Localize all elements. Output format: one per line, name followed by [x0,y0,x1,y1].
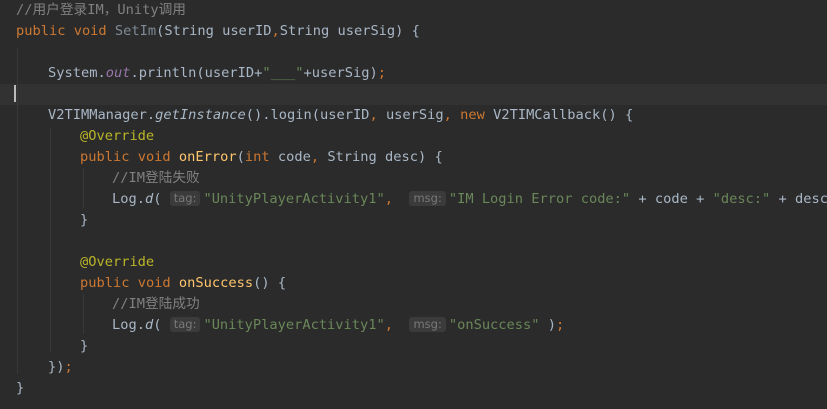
method-call: println [138,65,197,81]
class-name: V2TIMCallback [493,107,601,123]
string-literal: "UnityPlayerActivity1" [203,191,385,207]
code-line[interactable]: } [80,210,88,231]
code-line[interactable]: //IM登陆成功 [112,294,200,315]
string-literal: "desc:" [712,191,771,207]
annotation: @Override [80,254,155,270]
method-call: d [144,317,154,333]
keyword-public: public [16,23,66,39]
code-line[interactable]: Log.d( tag: "UnityPlayerActivity1", msg: "… [112,189,827,210]
class-name: System [48,65,98,81]
indent-guide [83,168,84,208]
indent-guide [83,294,84,334]
static-field: out [105,65,131,81]
current-line-highlight [0,84,827,105]
code-line[interactable]: //用户登录IM，Unity调用 [16,0,186,21]
code-editor[interactable]: //用户登录IM，Unity调用 public void SetIm(Strin… [0,0,827,409]
comment: //IM登陆失败 [112,170,200,186]
param-hint-tag: tag: [169,191,201,206]
code-line[interactable]: @Override [80,252,154,273]
code-line[interactable]: System.out.println(userID+"___"+userSig)… [48,63,386,84]
identifier: userSig [385,107,444,123]
type-name: String [164,23,214,39]
param-name: desc [385,149,418,165]
method-call: d [144,191,154,207]
code-line[interactable]: //IM登陆失败 [112,168,200,189]
param-hint-tag: tag: [169,317,201,332]
param-hint-msg: msg: [409,191,446,206]
code-line[interactable]: @Override [80,126,154,147]
keyword-void: void [137,275,171,291]
method-name: onError [178,149,237,165]
param-name: userID [222,23,272,39]
identifier: userSig [311,65,370,81]
method-name: onSuccess [178,275,254,291]
keyword-int: int [244,149,270,165]
indent-guide [50,128,51,353]
text-caret [14,85,16,102]
code-line[interactable]: public void onError(int code, String des… [80,147,443,168]
param-name: code [277,149,311,165]
string-literal: "onSuccess" [448,317,540,333]
code-line[interactable]: }); [48,357,73,378]
keyword-new: new [460,107,485,123]
type-name: String [279,23,330,39]
code-line[interactable]: } [80,336,88,357]
identifier: code [654,191,688,207]
identifier: userID [204,65,255,81]
code-line[interactable]: V2TIMManager.getInstance().login(userID,… [48,105,633,126]
class-name: V2TIMManager [48,107,147,123]
keyword-public: public [80,149,130,165]
string-literal: "IM Login Error code:" [448,191,631,207]
type-name: String [327,149,377,165]
identifier: userID [319,107,370,123]
method-call: getInstance [155,107,246,123]
code-line[interactable]: public void SetIm(String userID,String u… [16,21,420,42]
method-name: SetIm [114,23,157,39]
string-literal: "___" [262,65,304,81]
param-name: userSig [337,23,396,39]
class-name: Log [112,317,137,333]
annotation: @Override [80,128,155,144]
class-name: Log [112,191,137,207]
indent-guide [17,48,18,374]
code-line[interactable]: public void onSuccess() { [80,273,286,294]
keyword-void: void [73,23,107,39]
string-literal: "UnityPlayerActivity1" [203,317,385,333]
method-call: login [270,107,312,123]
identifier: desc [795,191,827,207]
code-line[interactable]: Log.d( tag: "UnityPlayerActivity1", msg: "… [112,315,564,336]
comment: //IM登陆成功 [112,296,200,312]
comment: //用户登录IM，Unity调用 [16,2,186,18]
keyword-public: public [80,275,130,291]
param-hint-msg: msg: [409,317,446,332]
code-line[interactable]: } [16,378,24,399]
keyword-void: void [137,149,171,165]
